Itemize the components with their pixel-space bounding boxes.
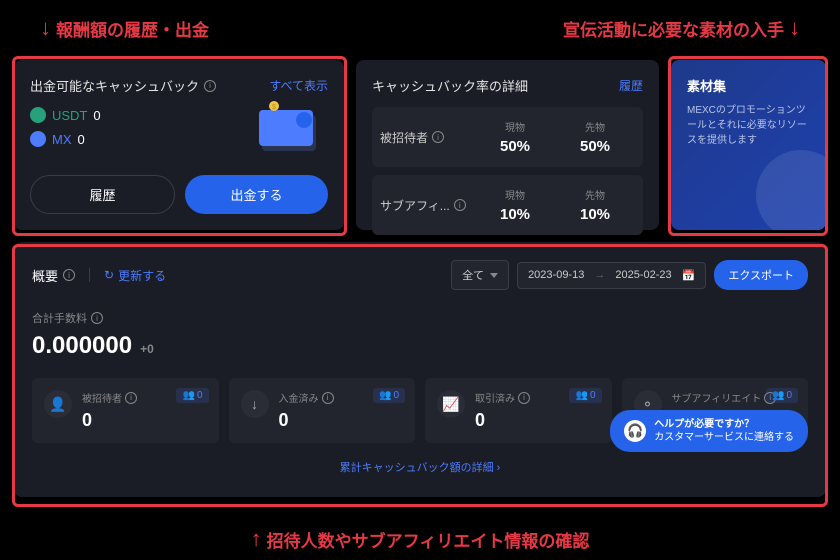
person-icon: 👤 xyxy=(44,390,72,418)
withdraw-button[interactable]: 出金する xyxy=(185,175,328,214)
svg-text:$: $ xyxy=(272,104,276,111)
info-icon: i xyxy=(518,392,530,404)
overview-title: 概要i xyxy=(32,266,75,285)
material-card[interactable]: 素材集 MEXCのプロモーションツールとそれに必要なリソースを提供します xyxy=(671,60,826,230)
subaff-rate-row: サブアフィ...i 現物10% 先物10% xyxy=(372,175,643,235)
total-fee-label: 合計手数料i xyxy=(32,310,808,326)
cashback-detail-link[interactable]: 累計キャッシュバック額の詳細 › xyxy=(32,459,808,475)
group-icon: 👥 xyxy=(575,390,587,401)
filter-dropdown[interactable]: 全て xyxy=(451,260,509,290)
arrow-down-icon: ↓ xyxy=(789,15,800,41)
wallet-icon: $ xyxy=(254,100,324,155)
calendar-icon: 📅 xyxy=(682,269,696,282)
arrow-down-icon: ↓ xyxy=(40,15,51,41)
annotation-bottom: ↑ 招待人数やサブアフィリエイト情報の確認 xyxy=(251,526,590,552)
stat-badge: 👥0 xyxy=(766,388,798,403)
arrow-up-icon: ↑ xyxy=(251,526,262,552)
info-icon[interactable]: i xyxy=(91,312,103,324)
info-icon[interactable]: i xyxy=(454,199,466,211)
stat-invitees[interactable]: 👤 被招待者i0 👥0 xyxy=(32,378,219,443)
material-title: 素材集 xyxy=(687,76,810,95)
usdt-icon xyxy=(30,107,46,123)
rate-title: キャッシュバック率の詳細 xyxy=(372,76,528,95)
group-icon: 👥 xyxy=(182,390,194,401)
info-icon[interactable]: i xyxy=(432,131,444,143)
arrow-right-icon: → xyxy=(594,269,605,281)
stat-badge: 👥0 xyxy=(373,388,405,403)
deposit-icon: ↓ xyxy=(241,390,269,418)
group-icon: 👥 xyxy=(772,390,784,401)
view-all-link[interactable]: すべて表示 xyxy=(269,77,328,94)
info-icon: i xyxy=(322,392,334,404)
material-bg-icon xyxy=(756,150,826,230)
headset-icon: 🎧 xyxy=(624,420,646,442)
stat-traded[interactable]: 📈 取引済みi0 👥0 xyxy=(425,378,612,443)
rate-card: キャッシュバック率の詳細 履歴 被招待者i 現物50% 先物50% サブアフィ.… xyxy=(356,60,659,230)
export-button[interactable]: エクスポート xyxy=(714,260,808,290)
stat-deposited[interactable]: ↓ 入金済みi0 👥0 xyxy=(229,378,416,443)
mx-icon xyxy=(30,131,46,147)
invitee-rate-row: 被招待者i 現物50% 先物50% xyxy=(372,107,643,167)
date-range-picker[interactable]: 2023-09-13 → 2025-02-23 📅 xyxy=(517,262,706,289)
history-button[interactable]: 履歴 xyxy=(30,175,175,214)
stat-badge: 👥0 xyxy=(569,388,601,403)
rate-history-link[interactable]: 履歴 xyxy=(619,77,643,94)
info-icon[interactable]: i xyxy=(204,80,216,92)
cashback-title: 出金可能なキャッシュバック i xyxy=(30,76,216,95)
refresh-icon: ↻ xyxy=(104,268,114,282)
trade-icon: 📈 xyxy=(437,390,465,418)
info-icon[interactable]: i xyxy=(63,269,75,281)
annotation-topright: 宣伝活動に必要な素材の入手 ↓ xyxy=(563,15,800,41)
stat-badge: 👥0 xyxy=(176,388,208,403)
annotation-topleft: ↓ 報酬額の履歴・出金 xyxy=(40,15,209,41)
total-fee-value: 0.000000+0 xyxy=(32,332,808,360)
group-icon: 👥 xyxy=(379,390,391,401)
help-button[interactable]: 🎧 ヘルプが必要ですか？ カスタマーサービスに連絡する xyxy=(610,410,808,452)
info-icon: i xyxy=(125,392,137,404)
cashback-card: 出金可能なキャッシュバック i すべて表示 USDT 0 MX 0 $ 履歴 出… xyxy=(14,60,344,230)
material-desc: MEXCのプロモーションツールとそれに必要なリソースを提供します xyxy=(687,103,810,148)
overview-card: 概要i ↻更新する 全て 2023-09-13 → 2025-02-23 📅 エ… xyxy=(14,242,826,497)
refresh-button[interactable]: ↻更新する xyxy=(104,267,166,284)
chevron-down-icon xyxy=(490,273,498,278)
